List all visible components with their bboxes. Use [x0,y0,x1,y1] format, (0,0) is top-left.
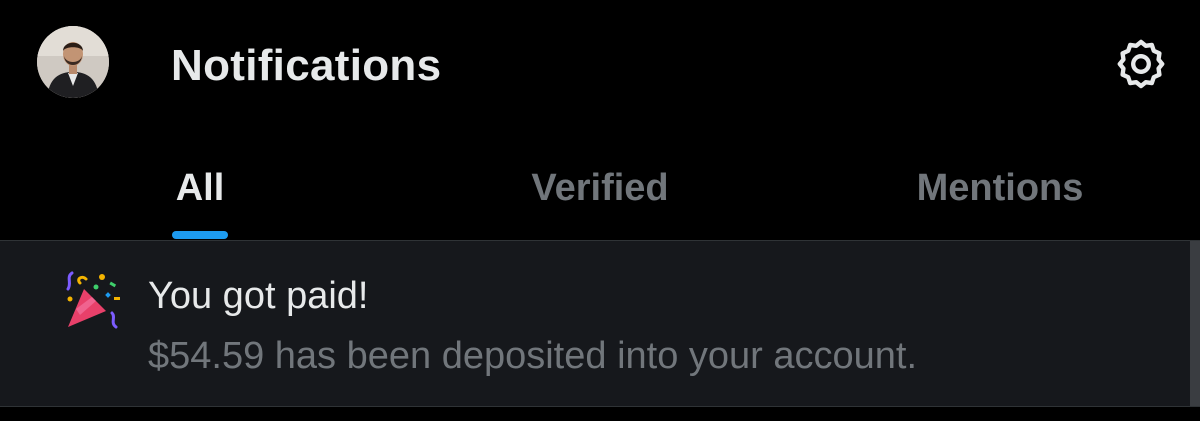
notification-title: You got paid! [148,275,369,317]
tab-label: All [175,167,225,209]
page-title: Notifications [171,41,442,90]
active-tab-indicator [172,231,228,239]
party-popper-icon [62,269,126,333]
tab-label: Mentions [916,167,1084,209]
notification-item[interactable]: You got paid! $54.59 has been deposited … [0,241,1190,406]
tab-verified[interactable]: Verified [400,135,800,240]
tab-label: Verified [531,167,669,209]
notification-body: $54.59 has been deposited into your acco… [148,335,918,377]
user-avatar[interactable] [37,26,109,98]
tab-all[interactable]: All [0,135,400,240]
notifications-page: Notifications All Verified Mentions You … [0,0,1200,421]
scrollbar[interactable] [1190,241,1200,406]
tab-mentions[interactable]: Mentions [800,135,1200,240]
tab-bar: All Verified Mentions [0,135,1200,240]
gear-icon[interactable] [1115,38,1167,90]
avatar-image [37,26,109,98]
divider [0,406,1200,407]
header: Notifications [0,0,1200,135]
